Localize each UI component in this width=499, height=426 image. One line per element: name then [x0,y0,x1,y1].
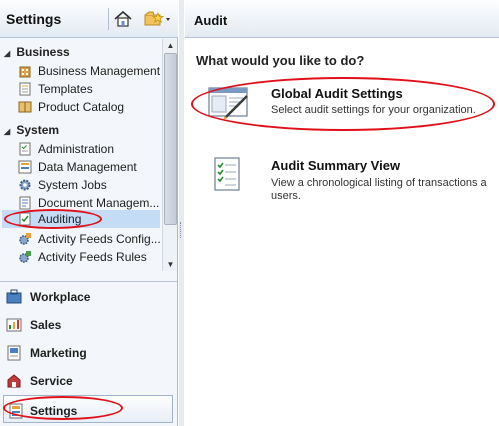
marketing-icon [6,345,22,361]
collapse-triangle-icon[interactable]: ◢ [4,49,13,58]
scroll-down-icon[interactable]: ▼ [164,258,177,271]
scroll-up-icon[interactable]: ▲ [164,39,177,52]
building-icon [18,64,32,78]
sidebar-item-label: Auditing [38,212,82,226]
nav-button-workplace[interactable]: Workplace [0,282,177,310]
gear-icon [18,178,32,192]
sidebar-item-system-jobs[interactable]: System Jobs [14,176,160,194]
nav-button-label: Settings [30,404,78,418]
group-label: Business [16,45,70,59]
administration-icon [18,142,32,156]
left-navigation-pane: Settings ◢ Business Business Management … [0,0,178,426]
auditing-icon [18,212,32,226]
sidebar-item-label: Templates [38,82,93,96]
service-icon [6,373,22,389]
prompt-heading: What would you like to do? [196,53,365,68]
sidebar-item-label: Product Catalog [38,100,125,114]
sidebar-item-templates[interactable]: Templates [14,80,160,98]
data-management-icon [18,160,32,174]
settings-tree: ◢ Business Business Management Templates… [0,39,162,271]
sidebar-item-label: Activity Feeds Rules [38,250,147,264]
sidebar-item-business-management[interactable]: Business Management [14,62,160,80]
nav-button-marketing[interactable]: Marketing [0,338,177,366]
sidebar-item-label: Business Management [38,64,161,78]
document-management-icon [18,196,32,210]
templates-icon [18,82,32,96]
tree-scrollbar[interactable]: ▲ ▼ [162,39,177,271]
sales-icon [6,317,22,333]
option-description-line1: View a chronological listing of transact… [271,177,487,189]
nav-button-service[interactable]: Service [0,366,177,394]
sidebar-item-activity-feeds-rules[interactable]: Activity Feeds Rules [14,248,160,266]
catalog-icon [18,100,32,114]
audit-summary-view-icon [207,156,251,200]
group-business[interactable]: ◢ Business [4,45,70,59]
nav-button-settings[interactable]: Settings [3,395,173,423]
sidebar-item-label: Administration [38,142,115,156]
scroll-thumb[interactable] [164,53,177,225]
main-content: Audit What would you like to do? Global … [185,0,499,426]
global-audit-settings-icon [207,82,251,126]
nav-button-sales[interactable]: Sales [0,310,177,338]
header-separator [108,8,109,30]
sidebar-item-activity-feeds-config[interactable]: Activity Feeds Config... [14,230,161,248]
page-title: Audit [194,13,228,28]
option-audit-summary-view[interactable]: Audit Summary View View a chronological … [185,152,499,222]
group-label: System [16,123,60,137]
activity-feeds-config-icon [18,232,32,246]
nav-button-label: Service [30,374,73,388]
splitter-grip[interactable] [180,222,183,238]
sidebar-item-administration[interactable]: Administration [14,140,160,158]
sidebar-item-product-catalog[interactable]: Product Catalog [14,98,160,116]
workspace-nav: Workplace Sales Marketing Service Settin… [0,281,178,426]
collapse-triangle-icon[interactable]: ◢ [4,127,13,136]
left-pane-title: Settings [6,11,62,27]
sidebar-item-auditing[interactable]: Auditing [2,210,160,228]
option-title[interactable]: Global Audit Settings [271,86,403,101]
settings-icon [8,403,24,419]
workplace-icon [6,289,22,305]
activity-feeds-rules-icon [18,250,32,264]
nav-button-label: Workplace [30,290,91,304]
star-folder-icon[interactable] [142,8,172,30]
option-title[interactable]: Audit Summary View [271,158,400,173]
sidebar-item-label: Activity Feeds Config... [38,232,161,246]
sidebar-item-label: Data Management [38,160,137,174]
nav-button-label: Sales [30,318,62,332]
pane-splitter[interactable] [179,0,184,426]
left-pane-header: Settings [0,0,178,38]
option-global-audit-settings[interactable]: Global Audit Settings Select audit setti… [185,78,499,148]
option-description-line2: users. [271,190,301,202]
home-icon[interactable] [112,8,134,30]
group-system[interactable]: ◢ System [4,123,59,137]
sidebar-item-data-management[interactable]: Data Management [14,158,160,176]
main-header: Audit [185,0,499,38]
option-description: Select audit settings for your organizat… [271,104,476,116]
sidebar-item-label: System Jobs [38,178,107,192]
nav-button-label: Marketing [30,346,87,360]
